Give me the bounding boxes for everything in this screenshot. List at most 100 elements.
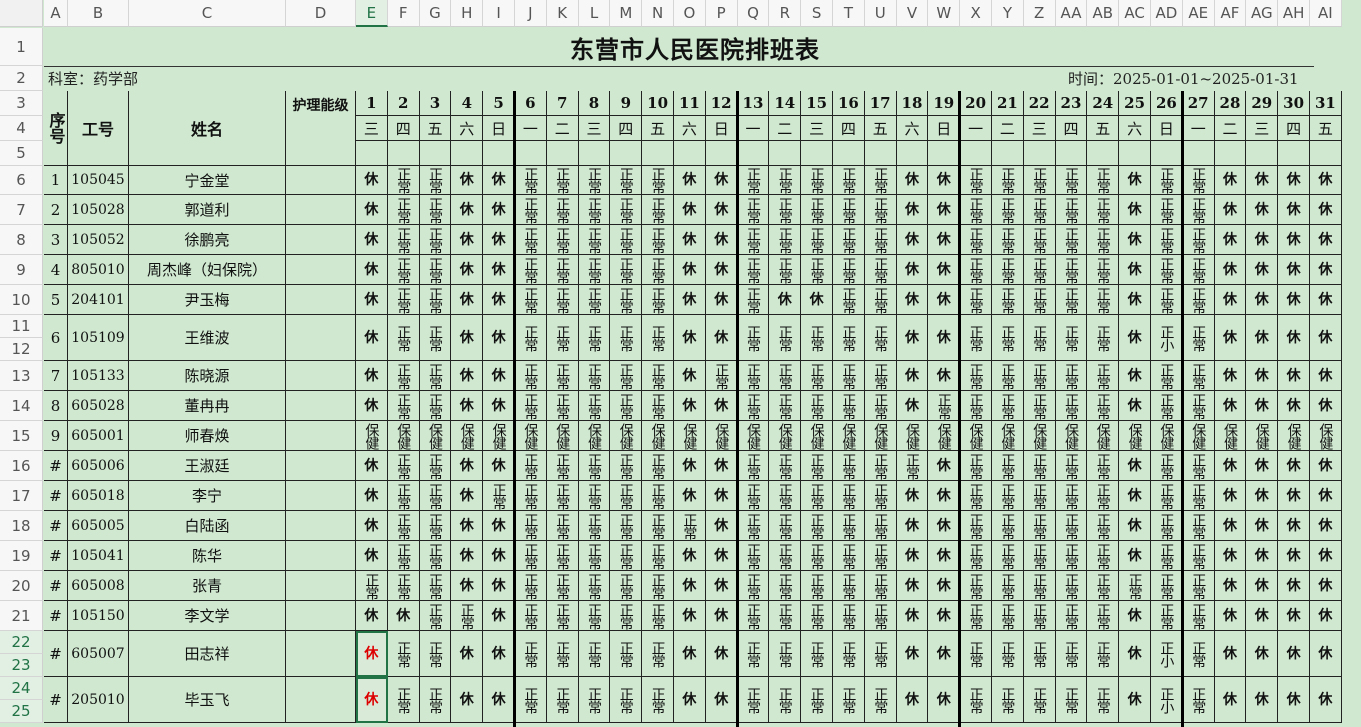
shift-cell[interactable]: 正常 (992, 255, 1024, 285)
shift-cell[interactable]: 正常 (1151, 511, 1183, 541)
shift-cell[interactable]: 正常 (769, 571, 802, 601)
shift-cell[interactable]: 休 (1278, 285, 1310, 315)
shift-cell[interactable]: 正常 (1151, 361, 1183, 391)
row-header-24[interactable]: 24 (0, 677, 43, 700)
shift-cell[interactable]: 休 (483, 511, 515, 541)
shift-cell[interactable]: 保健 (674, 421, 706, 451)
shift-cell[interactable]: 休 (928, 511, 961, 541)
shift-cell[interactable]: 休 (1278, 631, 1310, 677)
shift-cell[interactable]: 正常 (1087, 601, 1120, 631)
row-header-6[interactable]: 6 (0, 166, 43, 195)
shift-cell[interactable]: 休 (705, 225, 738, 255)
shift-cell[interactable]: 正常 (833, 255, 865, 285)
shift-cell[interactable]: 正常 (1055, 677, 1088, 723)
shift-cell[interactable]: 正常 (1055, 225, 1088, 255)
shift-cell[interactable]: 休 (1119, 451, 1151, 481)
shift-cell[interactable]: 休 (1119, 391, 1151, 421)
shift-cell[interactable]: 休 (1246, 631, 1279, 677)
shift-cell[interactable]: 休 (356, 391, 388, 421)
shift-cell[interactable]: 正常 (515, 451, 547, 481)
column-header-ah[interactable]: AH (1278, 0, 1310, 27)
shift-cell[interactable]: 正常 (642, 285, 674, 315)
shift-cell[interactable]: 休 (451, 677, 484, 723)
shift-cell[interactable]: 正常 (1087, 511, 1120, 541)
shift-cell[interactable]: 休 (356, 601, 388, 631)
shift-cell[interactable]: 正常 (1087, 315, 1120, 361)
shift-cell[interactable]: 休 (674, 195, 706, 225)
shift-cell[interactable]: 正常 (515, 677, 547, 723)
shift-cell[interactable]: 休 (451, 285, 484, 315)
shift-cell[interactable]: 正常 (960, 225, 992, 255)
shift-cell[interactable]: 正常 (801, 481, 833, 511)
shift-cell[interactable]: 正常 (1087, 361, 1120, 391)
column-header-e[interactable]: E (356, 0, 388, 27)
shift-cell[interactable]: 休 (1214, 315, 1247, 361)
shift-cell[interactable]: 保健 (451, 421, 484, 451)
shift-cell[interactable]: 正常 (992, 166, 1024, 195)
shift-cell[interactable]: 正常 (451, 601, 484, 631)
shift-cell[interactable]: 休 (928, 631, 961, 677)
shift-cell[interactable]: 休 (928, 541, 961, 571)
shift-cell[interactable]: 正常 (546, 195, 579, 225)
shift-cell[interactable]: 正常 (1023, 285, 1056, 315)
shift-cell[interactable]: 正常 (515, 225, 547, 255)
shift-cell[interactable]: 休 (483, 451, 515, 481)
shift-cell[interactable]: 正常 (610, 255, 643, 285)
row-header-10[interactable]: 10 (0, 285, 43, 315)
shift-cell[interactable]: 正常 (546, 361, 579, 391)
shift-cell[interactable]: 正常 (419, 225, 452, 255)
shift-cell[interactable]: 正常 (419, 195, 452, 225)
shift-cell[interactable]: 正常 (737, 571, 770, 601)
shift-cell[interactable]: 休 (896, 541, 929, 571)
shift-cell[interactable]: 休 (483, 571, 515, 601)
shift-cell[interactable]: 正常 (1055, 315, 1088, 361)
shift-cell[interactable]: 休 (1246, 571, 1279, 601)
shift-cell[interactable]: 正常 (1182, 601, 1215, 631)
shift-cell[interactable]: 休 (1214, 541, 1247, 571)
column-header-d[interactable]: D (286, 0, 356, 27)
shift-cell[interactable]: 休 (705, 631, 738, 677)
shift-cell[interactable]: 休 (451, 451, 484, 481)
row-header-19[interactable]: 19 (0, 541, 43, 571)
shift-cell[interactable]: 休 (705, 315, 738, 361)
column-header-x[interactable]: X (960, 0, 992, 27)
shift-cell[interactable]: 正常 (1023, 361, 1056, 391)
shift-cell[interactable]: 休 (1214, 361, 1247, 391)
shift-cell[interactable]: 保健 (833, 421, 865, 451)
row-header-4[interactable]: 4 (0, 116, 43, 141)
shift-cell[interactable]: 正常 (1055, 391, 1088, 421)
shift-cell[interactable]: 正常 (1055, 195, 1088, 225)
shift-cell[interactable]: 正常 (737, 225, 770, 255)
shift-cell[interactable]: 正常 (737, 677, 770, 723)
shift-cell[interactable]: 休 (1310, 255, 1342, 285)
shift-cell[interactable]: 正常 (1087, 225, 1120, 255)
shift-cell[interactable]: 正常 (387, 571, 420, 601)
shift-cell[interactable]: 休 (896, 391, 929, 421)
row-header-25[interactable]: 25 (0, 700, 43, 723)
shift-cell[interactable]: 正常 (387, 285, 420, 315)
row-header-17[interactable]: 17 (0, 481, 43, 511)
shift-cell[interactable]: 正常 (833, 541, 865, 571)
shift-cell[interactable]: 休 (928, 677, 961, 723)
shift-cell[interactable]: 正常 (992, 511, 1024, 541)
shift-cell[interactable]: 休 (1310, 391, 1342, 421)
shift-cell[interactable]: 休 (1119, 255, 1151, 285)
shift-cell[interactable]: 正常 (1055, 511, 1088, 541)
shift-cell[interactable]: 休 (451, 541, 484, 571)
shift-cell[interactable]: 正常 (801, 511, 833, 541)
shift-cell[interactable]: 休 (896, 225, 929, 255)
column-header-q[interactable]: Q (737, 0, 770, 27)
shift-cell[interactable]: 正常 (960, 195, 992, 225)
shift-cell[interactable]: 正常 (419, 481, 452, 511)
column-header-ae[interactable]: AE (1182, 0, 1215, 27)
shift-cell[interactable]: 正常 (833, 361, 865, 391)
shift-cell[interactable]: 正常 (642, 195, 674, 225)
shift-cell[interactable]: 休 (896, 361, 929, 391)
shift-cell[interactable]: 正常 (737, 195, 770, 225)
shift-cell[interactable]: 正常 (864, 571, 897, 601)
shift-cell[interactable]: 正常 (1182, 451, 1215, 481)
shift-cell[interactable]: 休 (928, 571, 961, 601)
shift-cell[interactable]: 正常 (1182, 511, 1215, 541)
shift-cell[interactable]: 休 (896, 285, 929, 315)
shift-cell[interactable]: 保健 (515, 421, 547, 451)
